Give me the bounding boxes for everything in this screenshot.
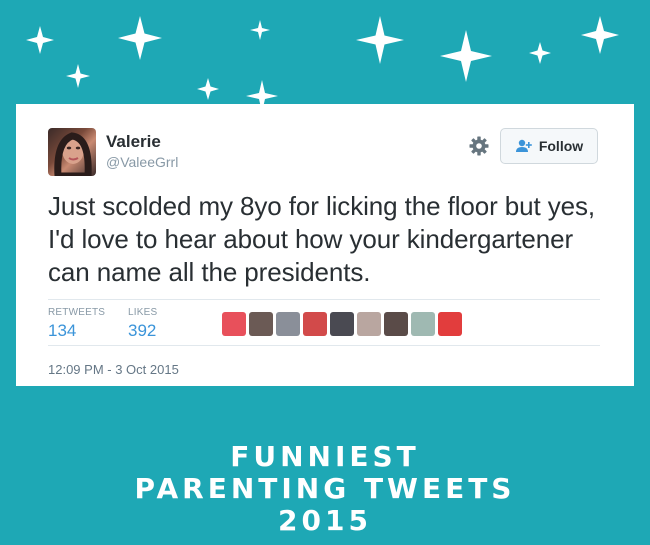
caption-line-2: PARENTING TWEETS: [134, 472, 516, 505]
author-name[interactable]: Valerie: [106, 132, 161, 152]
sparkle-icon: [581, 16, 619, 54]
sparkle-icon: [197, 78, 219, 100]
retweets-label: RETWEETS: [48, 307, 106, 318]
avatar[interactable]: [48, 128, 96, 176]
liker-avatar[interactable]: [411, 312, 435, 336]
follow-button[interactable]: Follow: [500, 128, 598, 164]
tweet-timestamp[interactable]: 12:09 PM - 3 Oct 2015: [48, 362, 179, 377]
sparkle-icon: [118, 16, 162, 60]
sparkle-icon: [250, 20, 270, 40]
liker-avatar[interactable]: [276, 312, 300, 336]
liker-avatar[interactable]: [303, 312, 327, 336]
retweets-count[interactable]: 134: [48, 321, 76, 341]
sparkle-icon: [440, 30, 492, 82]
divider: [48, 345, 600, 346]
likes-label: LIKES: [128, 307, 158, 318]
liker-avatars: [222, 312, 462, 336]
caption-line-3: 2015: [278, 504, 372, 537]
liker-avatar[interactable]: [438, 312, 462, 336]
sparkle-icon: [356, 16, 404, 64]
caption-line-1: FUNNIEST: [230, 440, 420, 473]
sparkle-icon: [66, 64, 90, 88]
likes-count[interactable]: 392: [128, 321, 156, 341]
tweet-text: Just scolded my 8yo for licking the floo…: [48, 191, 596, 287]
gear-icon[interactable]: [468, 135, 490, 157]
divider: [48, 299, 600, 300]
follow-label: Follow: [538, 138, 584, 154]
sparkle-icon: [26, 26, 54, 54]
liker-avatar[interactable]: [222, 312, 246, 336]
liker-avatar[interactable]: [384, 312, 408, 336]
add-user-icon: [515, 139, 532, 152]
liker-avatar[interactable]: [330, 312, 354, 336]
liker-avatar[interactable]: [249, 312, 273, 336]
sparkle-decoration: [26, 16, 619, 110]
liker-avatar[interactable]: [357, 312, 381, 336]
author-handle[interactable]: @ValeeGrrl: [106, 154, 178, 170]
sparkle-icon: [529, 42, 551, 64]
tweet-card: Valerie @ValeeGrrl Follow Just scolded m…: [16, 104, 634, 386]
